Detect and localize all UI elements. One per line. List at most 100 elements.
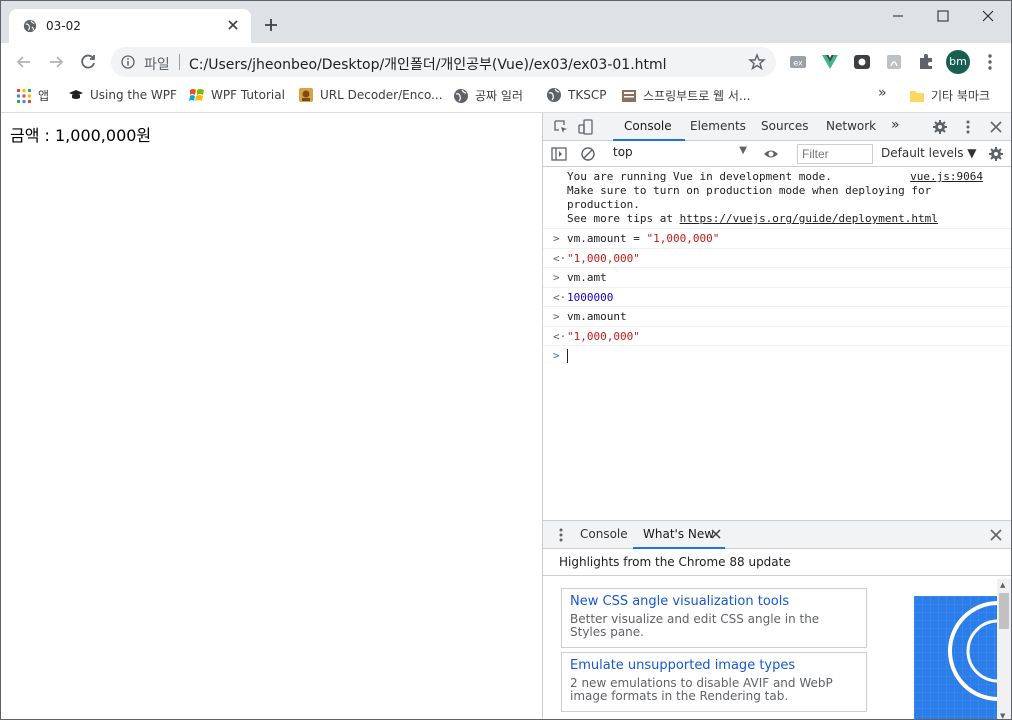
console-filter-input[interactable] [797, 144, 873, 164]
feature-card-title[interactable]: Emulate unsupported image types [570, 658, 858, 673]
bookmark-tkscp[interactable]: TKSCP [546, 87, 606, 107]
console-output: You are running Vue in development mode.… [543, 167, 1011, 520]
bookmark-wpf-tutorial[interactable]: WPF Tutorial [189, 87, 285, 107]
more-tabs-chevron[interactable]: » [891, 117, 900, 133]
bookmarks-bar: 앱 Using the WPF WPF Tutorial URL Decoder… [1, 81, 1011, 113]
pdf-extension-icon[interactable] [884, 52, 904, 72]
extensions-puzzle-icon[interactable] [916, 52, 936, 72]
apps-grid-icon [17, 88, 31, 103]
devtools-tab-bar: Console Elements Sources Network » [543, 113, 1011, 141]
feature-card-desc: 2 new emulations to disable AVIF and Web… [570, 676, 833, 703]
tab-network[interactable]: Network [826, 119, 876, 133]
bookmark-apps[interactable]: 앱 [16, 87, 49, 107]
tab-elements[interactable]: Elements [690, 119, 746, 133]
console-message-vue: You are running Vue in development mode.… [543, 167, 1011, 229]
devtools-panel: Console Elements Sources Network » top ▼… [542, 113, 1011, 719]
settings-gear-icon[interactable] [932, 119, 948, 135]
svg-text:ex: ex [793, 59, 803, 68]
drawer-active-indicator [633, 547, 725, 549]
drawer-tab-whats-new[interactable]: What's New [643, 527, 714, 541]
drawer-menu-icon[interactable] [553, 527, 569, 543]
feature-card[interactable]: Emulate unsupported image types 2 new em… [561, 652, 867, 712]
globe-icon [23, 19, 37, 33]
minimize-icon[interactable] [875, 1, 921, 31]
vue-devtools-icon[interactable] [820, 52, 840, 72]
info-icon[interactable] [121, 55, 135, 69]
input-chevron-icon: > [553, 271, 560, 284]
scroll-down-arrow-icon[interactable]: ▼ [1000, 712, 1005, 719]
dropdown-arrow-icon: ▼ [739, 145, 747, 156]
whats-new-heading: Highlights from the Chrome 88 update [559, 555, 791, 569]
sidebar-toggle-icon[interactable] [551, 146, 567, 162]
tab-title: 03-02 [46, 19, 81, 33]
live-expression-eye-icon[interactable] [763, 146, 779, 162]
feature-card-desc: Better visualize and edit CSS angle in t… [570, 612, 820, 639]
divider [543, 575, 1011, 576]
clear-console-icon[interactable] [580, 146, 596, 162]
address-bar[interactable]: 파일 C:/Users/jheonbeo/Desktop/개인폴더/개인공부(V… [111, 47, 776, 77]
amount-text: 금액 : 1,000,000원 [10, 126, 152, 145]
scroll-up-arrow-icon[interactable]: ▲ [1000, 581, 1005, 589]
graduation-cap-icon [69, 90, 83, 99]
drawer-tab-console[interactable]: Console [580, 527, 628, 541]
close-drawer-icon[interactable] [988, 527, 1004, 543]
drawer-scrollbar[interactable]: ▲ ▼ [997, 579, 1011, 719]
url-text[interactable]: C:/Users/jheonbeo/Desktop/개인폴더/개인공부(Vue)… [189, 54, 667, 74]
forward-icon[interactable] [46, 52, 66, 72]
browser-window: 03-02 파일 C:/Users/jheonbeo/Desktop/개인폴더/… [0, 0, 1012, 720]
inspect-element-icon[interactable] [553, 119, 569, 135]
window-close-icon[interactable] [965, 1, 1011, 31]
console-result-row: <· "1,000,000" [543, 327, 1011, 346]
bookmark-star-icon[interactable] [748, 53, 766, 71]
new-tab-icon[interactable] [263, 17, 279, 33]
maximize-icon[interactable] [920, 1, 966, 31]
console-settings-icon[interactable] [988, 146, 1004, 162]
back-icon[interactable] [14, 52, 34, 72]
close-devtools-icon[interactable] [988, 119, 1004, 135]
result-arrow-icon: <· [553, 252, 567, 265]
other-bookmarks[interactable]: 기타 북마크 [909, 87, 990, 107]
feature-card[interactable]: New CSS angle visualization tools Better… [561, 588, 867, 648]
more-menu-icon[interactable] [983, 53, 997, 71]
browser-toolbar: 파일 C:/Users/jheonbeo/Desktop/개인폴더/개인공부(V… [1, 43, 1011, 81]
console-result-row: <· 1000000 [543, 288, 1011, 307]
close-drawer-tab-icon[interactable] [710, 528, 722, 540]
globe-icon [454, 88, 468, 103]
device-toolbar-icon[interactable] [578, 119, 594, 135]
bookmarks-overflow-chevron[interactable]: » [878, 85, 887, 105]
bookmark-using-wpf[interactable]: Using the WPF [68, 87, 177, 107]
console-toolbar: top ▼ Default levels ▼ [543, 141, 1011, 167]
bookmark-url-decoder[interactable]: URL Decoder/Enco... [298, 87, 443, 107]
browser-tab[interactable]: 03-02 [9, 9, 251, 43]
console-input-row: > vm.amount = "1,000,000" [543, 229, 1011, 249]
docs-link[interactable]: https://vuejs.org/guide/deployment.html [680, 212, 938, 225]
drawer-tab-bar: Console What's New [543, 521, 1011, 549]
prompt-chevron-icon: > [553, 349, 560, 362]
context-selector[interactable]: top ▼ [613, 145, 747, 163]
extension-ex-icon[interactable]: ex [788, 52, 808, 72]
input-chevron-icon: > [553, 310, 560, 323]
profile-avatar[interactable]: bm [946, 50, 970, 74]
reload-icon[interactable] [78, 52, 98, 72]
feature-card-title[interactable]: New CSS angle visualization tools [570, 594, 858, 609]
url-scheme-label: 파일 [144, 57, 170, 73]
close-tab-icon[interactable] [225, 17, 241, 33]
tab-sources[interactable]: Sources [761, 119, 808, 133]
bookmark-free-illust[interactable]: 공짜 일러 [453, 87, 523, 107]
source-link[interactable]: vue.js:9064 [910, 170, 983, 184]
console-prompt[interactable]: > [543, 346, 1011, 520]
media-icon[interactable] [852, 52, 872, 72]
book-icon [622, 89, 636, 102]
input-chevron-icon: > [553, 232, 560, 245]
log-levels-dropdown[interactable]: Default levels ▼ [881, 146, 977, 160]
folder-icon [910, 90, 924, 102]
tab-console[interactable]: Console [624, 119, 672, 133]
devtools-drawer: Console What's New Highlights from the C… [543, 520, 1011, 719]
scrollbar-thumb[interactable] [999, 593, 1009, 629]
bookmark-springboot[interactable]: 스프링부트로 웹 서... [621, 87, 750, 107]
result-arrow-icon: <· [553, 330, 567, 343]
context-value: top [613, 145, 633, 159]
devtools-menu-icon[interactable] [960, 119, 976, 135]
console-result-row: <· "1,000,000" [543, 249, 1011, 268]
text-cursor [567, 349, 568, 363]
